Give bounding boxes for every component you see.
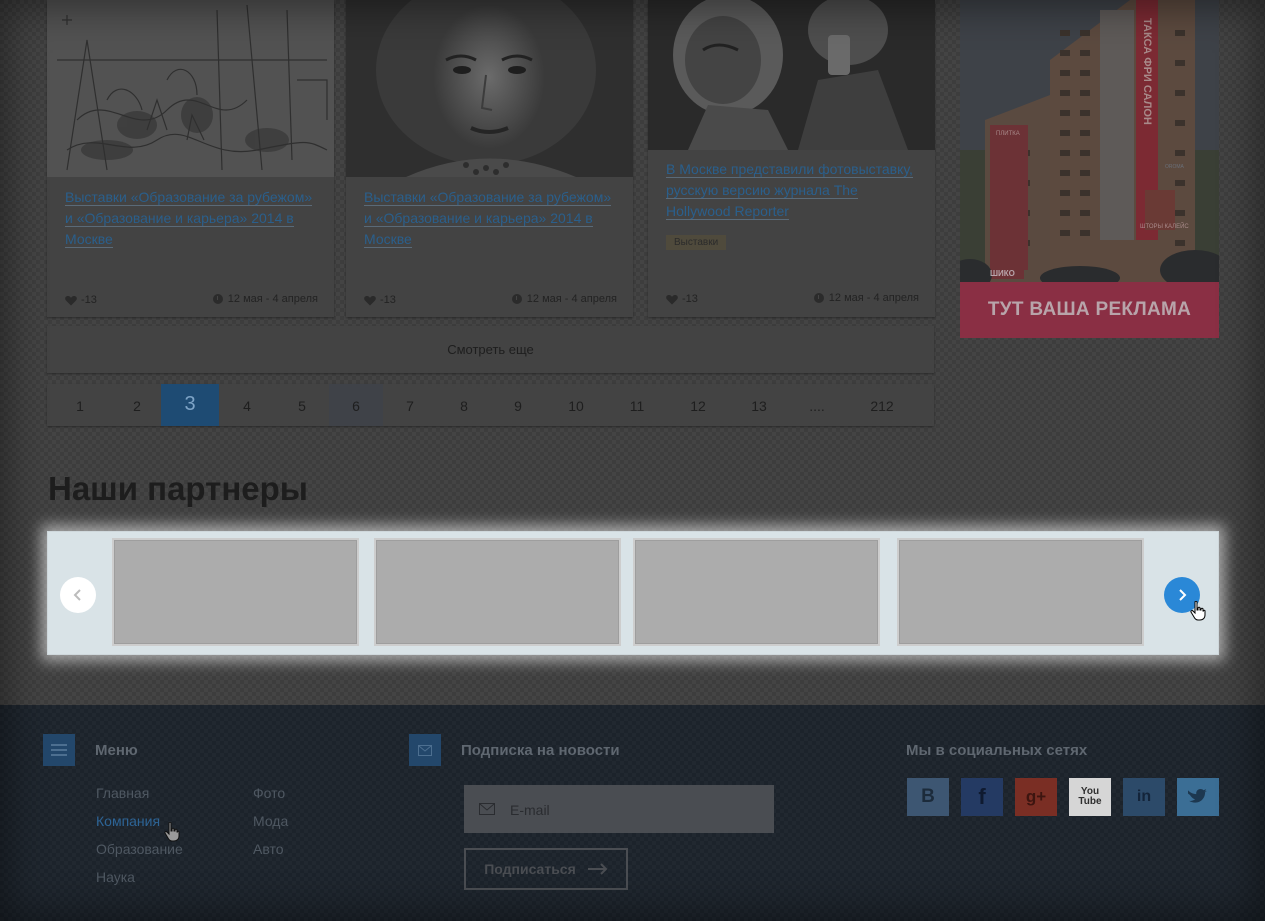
footer-link-company[interactable]: Компания <box>96 813 160 829</box>
clock-icon <box>511 294 522 304</box>
ad-sign-vertical: ТАКСА ФРИ САЛОН <box>1141 18 1153 125</box>
likes-count: -13 <box>81 294 97 306</box>
clock-icon <box>212 294 223 304</box>
page-link[interactable]: 13 <box>729 384 789 426</box>
page-ellipsis: .... <box>809 398 825 414</box>
chevron-left-icon <box>73 589 81 601</box>
ad-sign-shiko: ШИКО <box>990 269 1015 278</box>
envelope-icon <box>418 744 432 756</box>
google-plus-button[interactable]: g+ <box>1015 778 1057 816</box>
card-title-link[interactable]: Выставки «Образование за рубежом» и «Обр… <box>364 187 615 250</box>
partner-logo-slot[interactable] <box>374 538 621 646</box>
page-link[interactable]: 4 <box>219 384 275 426</box>
heart-icon <box>666 294 678 304</box>
page-link[interactable]: 12 <box>667 384 729 426</box>
site-footer: Меню Главная Компания Образование Наука … <box>0 705 1265 921</box>
twitter-button[interactable] <box>1177 778 1219 816</box>
arrow-right-icon <box>587 863 608 875</box>
facebook-icon: f <box>978 784 986 809</box>
card-image-portrait[interactable] <box>346 0 633 177</box>
likes-count: -13 <box>682 293 698 305</box>
page-link[interactable]: 5 <box>275 384 329 426</box>
footer-link-auto[interactable]: Авто <box>253 841 284 857</box>
chevron-right-icon <box>1179 589 1187 601</box>
partner-logo-slot[interactable] <box>633 538 880 646</box>
partner-logo-slot[interactable] <box>897 538 1144 646</box>
page-link[interactable]: 8 <box>437 384 491 426</box>
carousel-prev-button[interactable] <box>60 577 96 613</box>
ad-building-image: ТАКСА ФРИ САЛОН ПЛИТКА ШИКО ШТОРЫ КАЛЕЙС… <box>960 0 1219 291</box>
card-image-photo[interactable] <box>648 0 935 150</box>
show-more-button[interactable]: Смотреть еще <box>47 326 934 373</box>
card-title-link[interactable]: Выставки «Образование за рубежом» и «Обр… <box>65 187 316 250</box>
ad-block[interactable]: ТАКСА ФРИ САЛОН ПЛИТКА ШИКО ШТОРЫ КАЛЕЙС… <box>960 0 1219 338</box>
ad-sign-oroma: OROMA <box>1165 164 1185 170</box>
youtube-icon: You Tube <box>1078 786 1102 807</box>
category-tag[interactable]: Выставки <box>666 235 727 250</box>
card-title-link[interactable]: В Москве представили фотовыставку, русск… <box>666 159 917 222</box>
twitter-icon <box>1188 789 1208 803</box>
card-image-sketch[interactable] <box>47 0 334 177</box>
likes-counter[interactable]: -13 <box>364 294 396 306</box>
footer-link-home[interactable]: Главная <box>96 785 149 801</box>
ad-sign-shtory: ШТОРЫ КАЛЕЙС <box>1140 222 1189 230</box>
carousel-next-button[interactable] <box>1164 577 1200 613</box>
menu-icon-box <box>43 734 75 766</box>
page-link[interactable]: 7 <box>383 384 437 426</box>
clock-icon <box>813 293 824 303</box>
partners-heading: Наши партнеры <box>48 470 308 507</box>
google-plus-icon: g+ <box>1025 787 1047 806</box>
event-dates: 12 мая - 4 апреля <box>813 292 919 304</box>
likes-counter[interactable]: -13 <box>666 293 698 305</box>
footer-social-heading: Мы в социальных сетях <box>906 742 1088 759</box>
footer-subscribe-heading: Подписка на новости <box>461 742 620 759</box>
footer-link-science[interactable]: Наука <box>96 869 135 885</box>
heart-icon <box>364 295 376 305</box>
email-input[interactable] <box>508 785 762 835</box>
linkedin-icon: in <box>1136 788 1152 805</box>
vk-button[interactable]: B <box>907 778 949 816</box>
pagination: 1 2 3 4 5 6 7 8 9 10 11 12 13 .... 212 <box>47 384 934 426</box>
partner-logo-slot[interactable] <box>112 538 359 646</box>
news-card[interactable]: Выставки «Образование за рубежом» и «Обр… <box>47 0 334 317</box>
youtube-button[interactable]: You Tube <box>1069 778 1111 816</box>
footer-link-education[interactable]: Образование <box>96 841 183 857</box>
likes-count: -13 <box>380 294 396 306</box>
page-link[interactable]: 2 <box>113 384 161 426</box>
footer-link-photo[interactable]: Фото <box>253 785 285 801</box>
page-link[interactable]: 9 <box>491 384 545 426</box>
ad-banner[interactable]: ТУТ ВАША РЕКЛАМА <box>960 282 1219 338</box>
linkedin-button[interactable]: in <box>1123 778 1165 816</box>
mail-icon-box <box>409 734 441 766</box>
partners-carousel <box>47 531 1219 655</box>
subscribe-button[interactable]: Подписаться <box>464 848 628 890</box>
news-card[interactable]: В Москве представили фотовыставку, русск… <box>648 0 935 317</box>
event-dates: 12 мая - 4 апреля <box>212 293 318 305</box>
page-link[interactable]: 1 <box>47 384 113 426</box>
page-link-current[interactable]: 3 <box>161 384 219 426</box>
heart-icon <box>65 295 77 305</box>
footer-menu-heading: Меню <box>95 742 138 759</box>
event-dates: 12 мая - 4 апреля <box>511 293 617 305</box>
page-link[interactable]: 6 <box>329 384 383 426</box>
page-link[interactable]: 11 <box>607 384 667 426</box>
news-card[interactable]: Выставки «Образование за рубежом» и «Обр… <box>346 0 633 317</box>
page-link[interactable]: 10 <box>545 384 607 426</box>
likes-counter[interactable]: -13 <box>65 294 97 306</box>
hamburger-icon <box>51 744 67 756</box>
envelope-icon <box>479 803 495 815</box>
ad-sign-plitka: ПЛИТКА <box>996 131 1020 137</box>
page-link-last[interactable]: 212 <box>845 384 919 426</box>
footer-link-fashion[interactable]: Мода <box>253 813 288 829</box>
vk-icon: B <box>921 786 935 807</box>
email-field[interactable] <box>464 785 774 835</box>
facebook-button[interactable]: f <box>961 778 1003 816</box>
